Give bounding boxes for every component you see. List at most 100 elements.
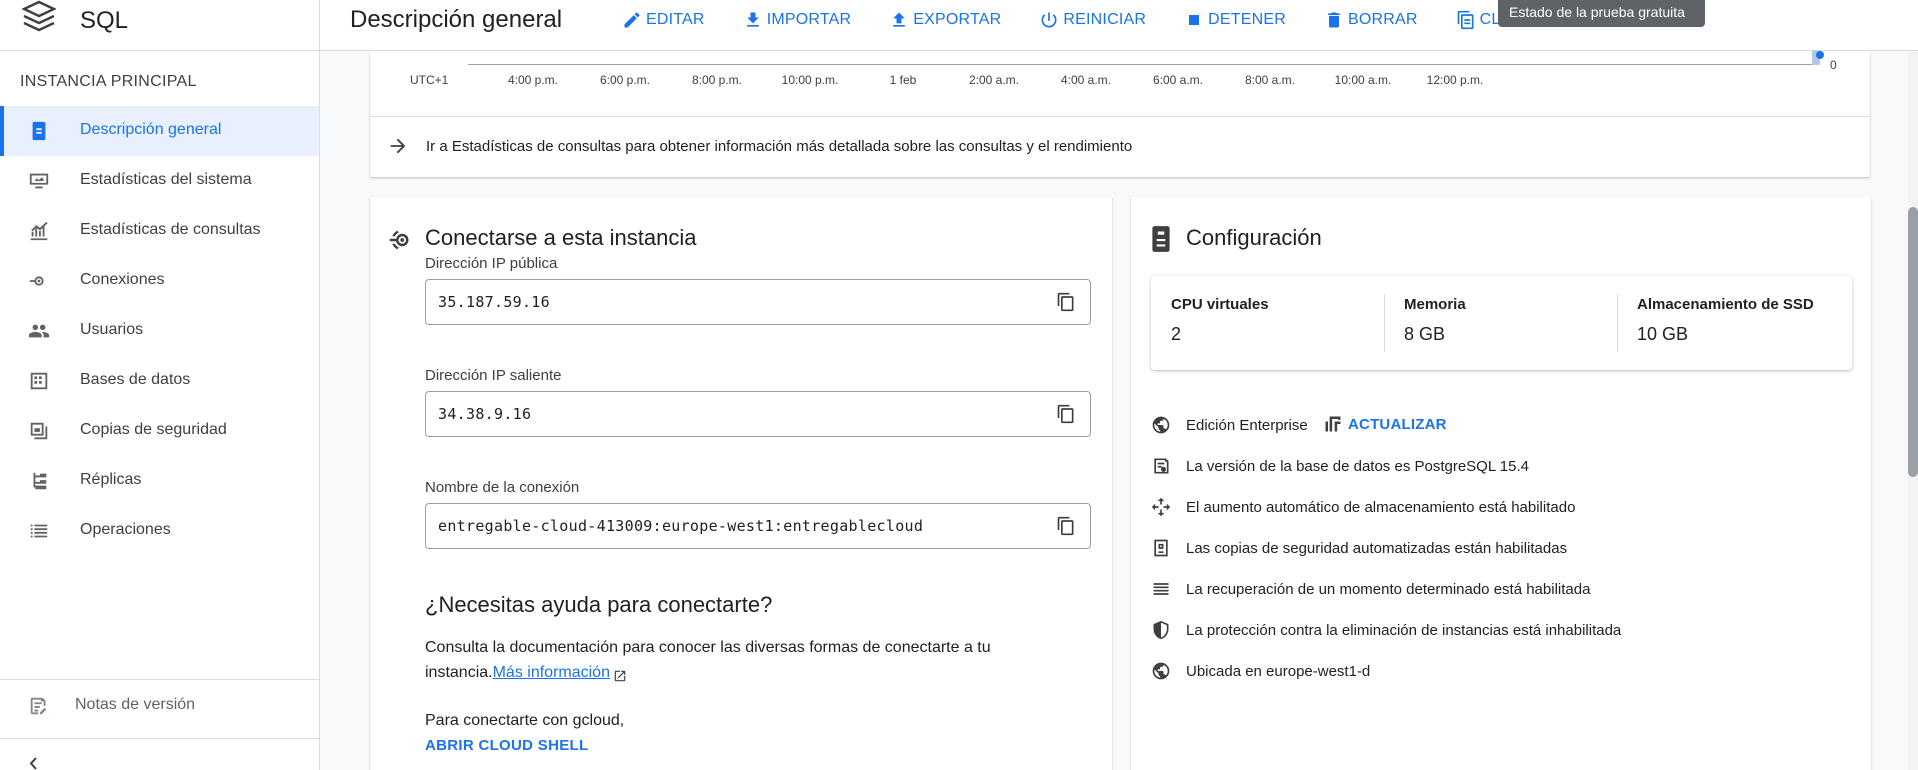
config-edition-row: Edición Enterprise ACTUALIZAR xyxy=(1131,405,1871,445)
config-item-text: Ubicada en europe-west1-d xyxy=(1186,663,1371,680)
sidebar-item-query-insights[interactable]: Estadísticas de consultas xyxy=(0,206,319,256)
connect-help-title: ¿Necesitas ayuda para conectarte? xyxy=(425,592,773,617)
sidebar-item-operations[interactable]: Operaciones xyxy=(0,506,319,556)
timeline-tick: UTC+1 xyxy=(410,73,449,87)
config-item-text: El aumento automático de almacenamiento … xyxy=(1186,499,1576,516)
configuration-icon xyxy=(1148,225,1174,253)
config-item: Las copias de seguridad automatizadas es… xyxy=(1131,528,1871,568)
auto-storage-icon xyxy=(1151,497,1171,517)
globe-icon xyxy=(1151,661,1171,681)
sidebar-section-title: INSTANCIA PRINCIPAL xyxy=(20,73,197,90)
shield-icon xyxy=(1151,620,1171,640)
learn-more-link[interactable]: Más información xyxy=(493,664,610,681)
edit-button[interactable]: EDITAR xyxy=(622,10,705,30)
connection-name-label: Nombre de la conexión xyxy=(425,479,580,496)
connections-icon xyxy=(28,270,50,292)
spec-value: 2 xyxy=(1171,324,1182,344)
monitor-icon xyxy=(28,170,50,192)
delete-label: BORRAR xyxy=(1347,11,1418,28)
spec-storage: Almacenamiento de SSD 10 GB xyxy=(1617,276,1850,370)
connect-title: Conectarse a esta instancia xyxy=(425,225,697,250)
sidebar-item-databases[interactable]: Bases de datos xyxy=(0,356,319,406)
open-cloud-shell-button[interactable]: ABRIR CLOUD SHELL xyxy=(425,737,588,754)
outgoing-ip-label: Dirección IP saliente xyxy=(425,367,562,384)
top-bar: SQL Descripción general EDITAR IMPORTAR … xyxy=(0,0,1918,51)
connection-name-value[interactable]: entregable-cloud-413009:europe-west1:ent… xyxy=(438,517,923,535)
timeline-tick: 1 feb xyxy=(889,73,917,87)
timeline-tick: 4:00 a.m. xyxy=(1060,73,1112,87)
timeline-tick: 2:00 a.m. xyxy=(968,73,1020,87)
operations-icon xyxy=(28,520,50,542)
timeline-value-label: 0 xyxy=(1830,58,1837,72)
connections-icon xyxy=(386,225,416,255)
timeline-tick: 10:00 a.m. xyxy=(1334,73,1392,87)
backup-icon xyxy=(1151,538,1171,558)
timeline-tick: 8:00 p.m. xyxy=(691,73,743,87)
config-item: Ubicada en europe-west1-d xyxy=(1131,651,1871,691)
page-title: Descripción general xyxy=(350,6,563,33)
restart-label: REINICIAR xyxy=(1063,11,1147,28)
sidebar-item-label: Usuarios xyxy=(80,321,144,338)
upgrade-button[interactable]: ACTUALIZAR xyxy=(1323,414,1447,434)
import-button[interactable]: IMPORTAR xyxy=(743,10,852,30)
config-item: El aumento automático de almacenamiento … xyxy=(1131,487,1871,527)
users-icon xyxy=(28,320,50,342)
stop-label: DETENER xyxy=(1208,11,1286,28)
replicas-icon xyxy=(28,470,50,492)
sidebar-item-connections[interactable]: Conexiones xyxy=(0,256,319,306)
sidebar-nav: Descripción general Estadísticas del sis… xyxy=(0,106,319,556)
public-ip-value[interactable]: 35.187.59.16 xyxy=(438,293,550,311)
export-button[interactable]: EXPORTAR xyxy=(889,10,1001,30)
product-name: SQL xyxy=(80,7,129,34)
copy-icon[interactable] xyxy=(1056,516,1076,536)
release-notes-link[interactable]: Notas de versión xyxy=(0,680,319,729)
config-item-text: La versión de la base de datos es Postgr… xyxy=(1186,458,1530,475)
pencil-icon xyxy=(624,12,640,28)
sidebar-item-system-insights[interactable]: Estadísticas del sistema xyxy=(0,156,319,206)
spec-value: 8 GB xyxy=(1404,324,1446,344)
sidebar-item-label: Operaciones xyxy=(80,521,171,538)
import-label: IMPORTAR xyxy=(766,11,852,28)
outgoing-ip-value[interactable]: 34.38.9.16 xyxy=(438,405,531,423)
config-item: La recuperación de un momento determinad… xyxy=(1131,569,1871,609)
timeline-axis xyxy=(468,64,1818,65)
configuration-title: Configuración xyxy=(1186,225,1322,250)
connect-card: Conectarse a esta instancia Dirección IP… xyxy=(370,197,1112,770)
outgoing-ip-field[interactable]: 34.38.9.16 xyxy=(425,391,1091,437)
sidebar: INSTANCIA PRINCIPAL Descripción general … xyxy=(0,51,320,770)
sidebar-item-users[interactable]: Usuarios xyxy=(0,306,319,356)
spec-label: Almacenamiento de SSD xyxy=(1637,296,1814,313)
collapse-sidebar-icon[interactable] xyxy=(28,757,44,770)
sidebar-item-label: Conexiones xyxy=(80,271,165,288)
spec-vcpu: CPU virtuales 2 xyxy=(1151,276,1384,370)
backups-icon xyxy=(28,420,50,442)
query-insights-link[interactable]: Ir a Estadísticas de consultas para obte… xyxy=(370,117,1870,177)
config-item: La protección contra la eliminación de i… xyxy=(1131,610,1871,650)
stop-button[interactable]: DETENER xyxy=(1184,10,1286,30)
restart-button[interactable]: REINICIAR xyxy=(1039,10,1146,30)
overview-icon xyxy=(28,120,50,142)
delete-button[interactable]: BORRAR xyxy=(1324,10,1418,30)
sidebar-item-replicas[interactable]: Réplicas xyxy=(0,456,319,506)
connection-name-field[interactable]: entregable-cloud-413009:europe-west1:ent… xyxy=(425,503,1091,549)
upgrade-icon xyxy=(1325,416,1341,432)
sidebar-item-backups[interactable]: Copias de seguridad xyxy=(0,406,319,456)
edit-label: EDITAR xyxy=(646,11,705,28)
copy-icon[interactable] xyxy=(1056,404,1076,424)
toolbar-actions: EDITAR IMPORTAR EXPORTAR REINICIAR DETEN… xyxy=(622,0,1551,40)
public-ip-field[interactable]: 35.187.59.16 xyxy=(425,279,1091,325)
external-link-icon xyxy=(613,666,627,682)
specs-panel: CPU virtuales 2 Memoria 8 GB Almacenamie… xyxy=(1151,276,1852,370)
scrollbar-thumb[interactable] xyxy=(1908,207,1918,477)
copy-icon[interactable] xyxy=(1056,292,1076,312)
release-notes-label: Notas de versión xyxy=(75,696,196,713)
sidebar-divider xyxy=(0,738,319,739)
connect-help-text: Consulta la documentación para conocer l… xyxy=(425,635,1045,685)
timeline-tick: 6:00 p.m. xyxy=(599,73,651,87)
configuration-card: Configuración CPU virtuales 2 Memoria 8 … xyxy=(1131,197,1871,770)
arrow-right-icon xyxy=(390,138,406,154)
config-item-text: Las copias de seguridad automatizadas es… xyxy=(1186,540,1568,557)
point-in-time-icon xyxy=(1151,579,1171,599)
gcloud-text: Para conectarte con gcloud, xyxy=(425,712,625,729)
sidebar-item-overview[interactable]: Descripción general xyxy=(0,106,319,156)
